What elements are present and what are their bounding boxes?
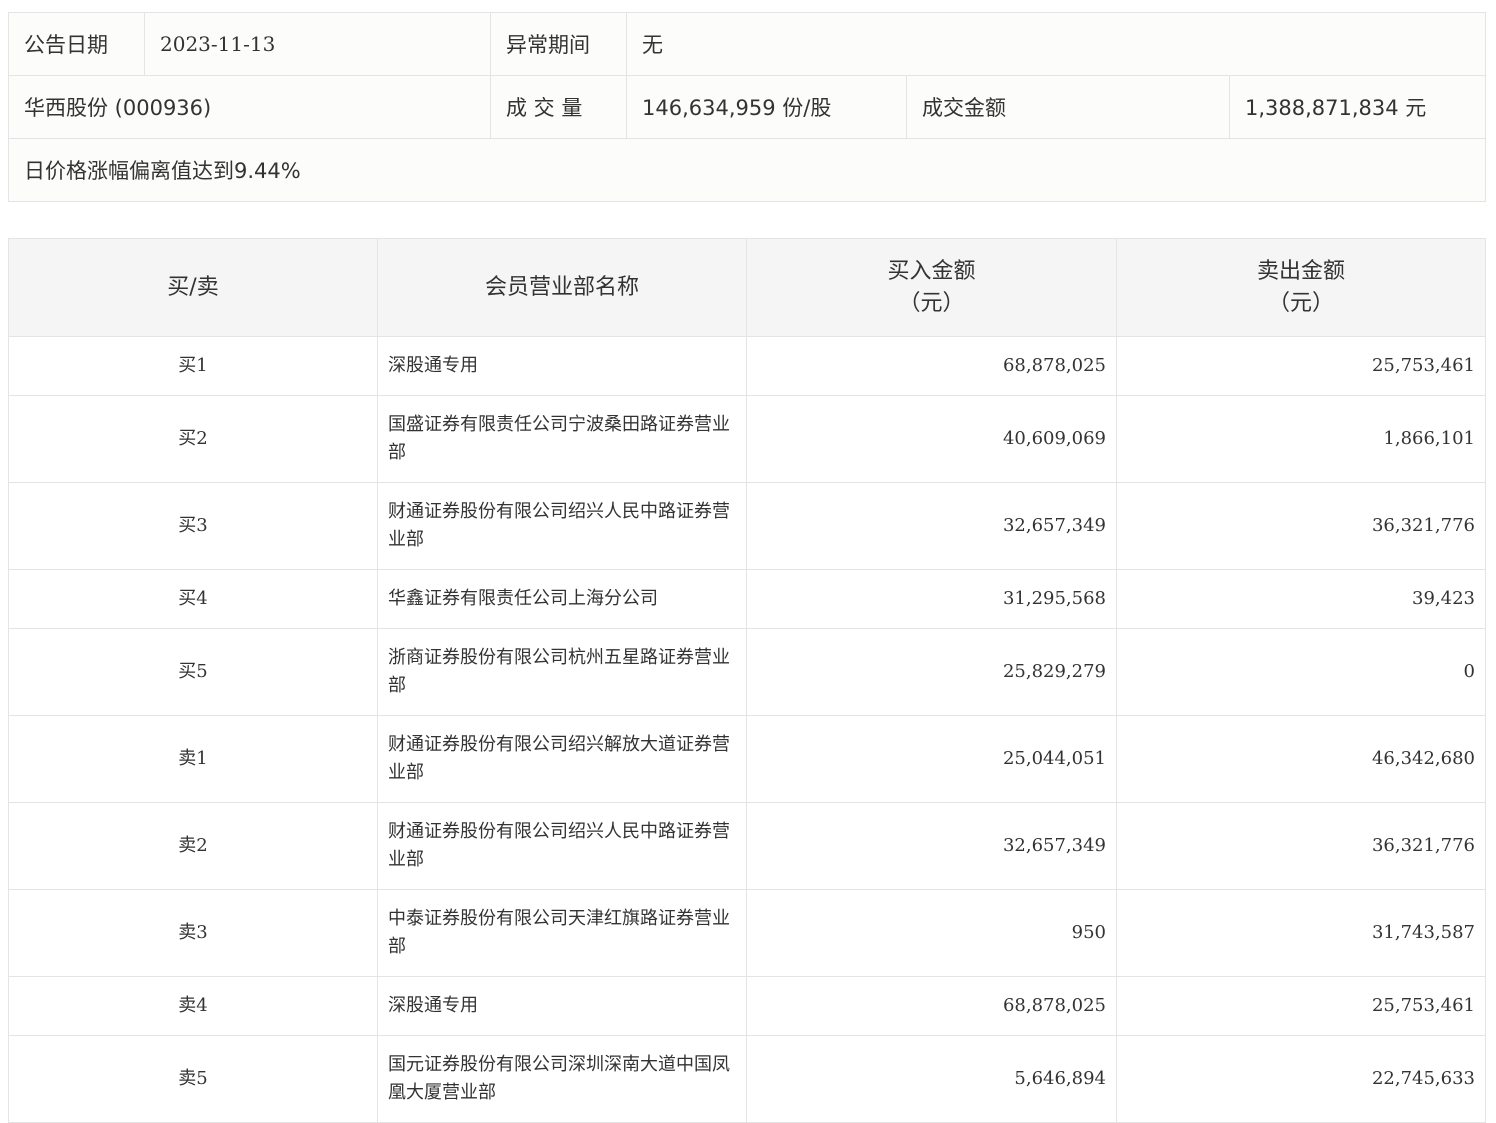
summary-row-reason: 日价格涨幅偏离值达到9.44% [7, 138, 1487, 202]
table-row: 卖1 财通证券股份有限公司绍兴解放大道证券营业部 25,044,051 46,3… [8, 715, 1486, 803]
table-row: 卖4 深股通专用 68,878,025 25,753,461 [8, 976, 1486, 1036]
side-cell: 买2 [8, 395, 378, 483]
side-cell: 买4 [8, 569, 378, 629]
table-row: 卖2 财通证券股份有限公司绍兴人民中路证券营业部 32,657,349 36,3… [8, 802, 1486, 890]
amount-label: 成交金额 [906, 75, 1230, 139]
header-side: 买/卖 [8, 238, 378, 337]
period-label: 异常期间 [490, 12, 627, 76]
dept-cell: 深股通专用 [377, 336, 747, 396]
side-cell: 卖4 [8, 976, 378, 1036]
volume-value: 146,634,959 份/股 [626, 75, 907, 139]
buy-cell: 32,657,349 [746, 482, 1117, 570]
buy-cell: 68,878,025 [746, 976, 1117, 1036]
dept-cell: 华鑫证券有限责任公司上海分公司 [377, 569, 747, 629]
header-buy: 买入金额 （元） [746, 238, 1117, 337]
stock-name: 华西股份 (000936) [8, 75, 491, 139]
buy-cell: 31,295,568 [746, 569, 1117, 629]
summary-row-volume: 华西股份 (000936) 成 交 量 146,634,959 份/股 成交金额… [8, 75, 1487, 139]
buy-cell: 68,878,025 [746, 336, 1117, 396]
header-sell: 卖出金额 （元） [1116, 238, 1486, 337]
side-cell: 卖5 [8, 1035, 378, 1123]
table-row: 买5 浙商证券股份有限公司杭州五星路证券营业部 25,829,279 0 [8, 628, 1486, 716]
sell-cell: 39,423 [1116, 569, 1486, 629]
dept-cell: 财通证券股份有限公司绍兴解放大道证券营业部 [377, 715, 747, 803]
dept-cell: 财通证券股份有限公司绍兴人民中路证券营业部 [377, 482, 747, 570]
buy-cell: 950 [746, 889, 1117, 977]
table-row: 卖3 中泰证券股份有限公司天津红旗路证券营业部 950 31,743,587 [8, 889, 1486, 977]
table-row: 买4 华鑫证券有限责任公司上海分公司 31,295,568 39,423 [8, 569, 1486, 629]
dept-cell: 国盛证券有限责任公司宁波桑田路证券营业部 [377, 395, 747, 483]
buy-cell: 40,609,069 [746, 395, 1117, 483]
dept-cell: 中泰证券股份有限公司天津红旗路证券营业部 [377, 889, 747, 977]
table-row: 买3 财通证券股份有限公司绍兴人民中路证券营业部 32,657,349 36,3… [8, 482, 1486, 570]
summary-row-date: 公告日期 2023-11-13 异常期间 无 [8, 12, 1487, 76]
volume-label: 成 交 量 [490, 75, 627, 139]
side-cell: 买5 [8, 628, 378, 716]
sell-cell: 36,321,776 [1116, 802, 1486, 890]
table-row: 买2 国盛证券有限责任公司宁波桑田路证券营业部 40,609,069 1,866… [8, 395, 1486, 483]
side-cell: 买1 [8, 336, 378, 396]
period-value: 无 [625, 12, 1487, 76]
date-label: 公告日期 [8, 12, 145, 76]
table-row: 买1 深股通专用 68,878,025 25,753,461 [8, 336, 1486, 396]
dept-cell: 国元证券股份有限公司深圳深南大道中国凤凰大厦营业部 [377, 1035, 747, 1123]
header-buy-line2: （元） [898, 290, 965, 316]
trading-departments-table: 买/卖 会员营业部名称 买入金额 （元） 卖出金额 （元） 买1 深股通专用 6… [8, 238, 1486, 1123]
side-cell: 买3 [8, 482, 378, 570]
date-value: 2023-11-13 [144, 12, 491, 76]
buy-cell: 5,646,894 [746, 1035, 1117, 1123]
sell-cell: 0 [1116, 628, 1486, 716]
sell-cell: 1,866,101 [1116, 395, 1486, 483]
header-sell-line2: （元） [1267, 290, 1334, 316]
buy-cell: 25,829,279 [746, 628, 1117, 716]
header-dept: 会员营业部名称 [377, 238, 747, 337]
side-cell: 卖3 [8, 889, 378, 977]
sell-cell: 25,753,461 [1116, 336, 1486, 396]
dept-cell: 深股通专用 [377, 976, 747, 1036]
amount-value: 1,388,871,834 元 [1228, 75, 1487, 139]
dept-cell: 浙商证券股份有限公司杭州五星路证券营业部 [377, 628, 747, 716]
sell-cell: 22,745,633 [1116, 1035, 1486, 1123]
dept-cell: 财通证券股份有限公司绍兴人民中路证券营业部 [377, 802, 747, 890]
sell-cell: 46,342,680 [1116, 715, 1486, 803]
table-row: 卖5 国元证券股份有限公司深圳深南大道中国凤凰大厦营业部 5,646,894 2… [8, 1035, 1486, 1123]
side-cell: 卖2 [8, 802, 378, 890]
header-sell-line1: 卖出金额 [1256, 258, 1345, 284]
sell-cell: 31,743,587 [1116, 889, 1486, 977]
side-cell: 卖1 [8, 715, 378, 803]
sell-cell: 25,753,461 [1116, 976, 1486, 1036]
sell-cell: 36,321,776 [1116, 482, 1486, 570]
summary-table: 公告日期 2023-11-13 异常期间 无 华西股份 (000936) 成 交… [7, 12, 1487, 202]
header-buy-line1: 买入金额 [887, 258, 976, 284]
buy-cell: 32,657,349 [746, 802, 1117, 890]
reason-text: 日价格涨幅偏离值达到9.44% [7, 138, 1487, 202]
table-header-row: 买/卖 会员营业部名称 买入金额 （元） 卖出金额 （元） [8, 238, 1486, 337]
buy-cell: 25,044,051 [746, 715, 1117, 803]
